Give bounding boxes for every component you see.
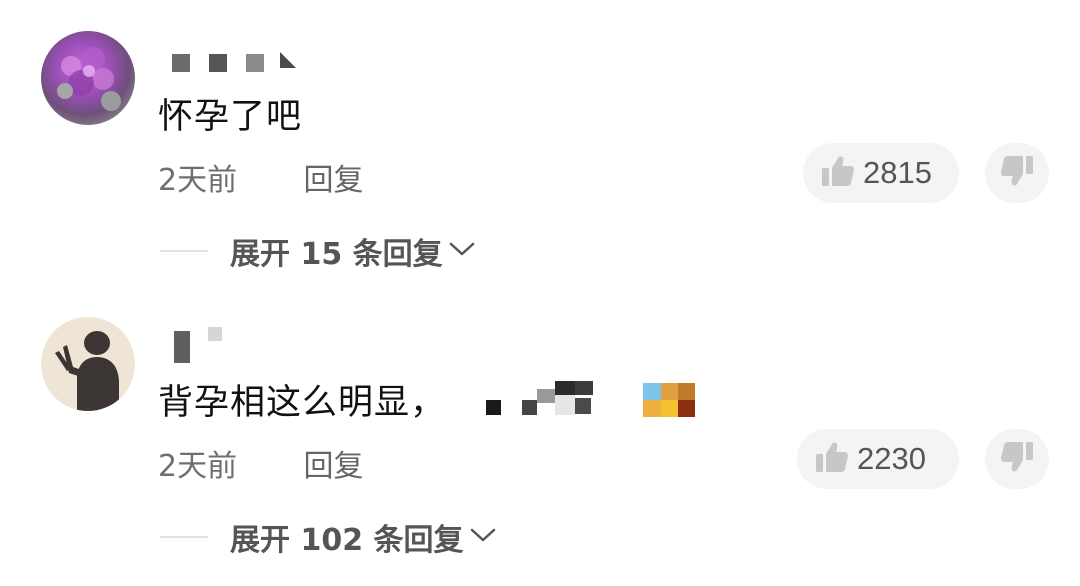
expand-replies-label: 展开 15 条回复	[230, 237, 443, 272]
thumbs-down-icon	[1000, 155, 1034, 191]
reply-button[interactable]: 回复	[304, 155, 364, 199]
reply-button[interactable]: 回复	[304, 441, 364, 485]
chevron-down-icon	[470, 527, 496, 547]
like-button[interactable]: 2815	[803, 143, 959, 203]
username-mosaic[interactable]	[172, 52, 298, 74]
comment-time: 2天前	[158, 449, 238, 484]
comment-item: 怀孕了吧 2天前 回复 2815 展开 15 条回复	[0, 0, 1080, 293]
chevron-down-icon	[449, 241, 475, 261]
like-button[interactable]: 2230	[797, 429, 959, 489]
thumbs-up-icon	[815, 441, 849, 477]
emoji-mosaic	[643, 383, 695, 417]
like-count: 2815	[863, 155, 932, 190]
divider	[160, 250, 208, 252]
expand-replies-button[interactable]: 展开 102 条回复	[160, 517, 496, 558]
thumbs-down-icon	[1000, 441, 1034, 477]
comment-meta: 2天前 回复	[158, 441, 364, 485]
comment-meta: 2天前 回复	[158, 155, 364, 199]
comment-text: 背孕相这么明显，	[158, 383, 447, 423]
username-mosaic[interactable]	[174, 327, 230, 363]
dislike-button[interactable]	[985, 429, 1049, 489]
thumbs-up-icon	[821, 155, 855, 191]
comment-item: 背孕相这么明显， 2天前 回复 2230 展开 102 条回复	[0, 286, 1080, 579]
censored-text-mosaic	[486, 381, 611, 415]
expand-replies-label: 展开 102 条回复	[230, 523, 464, 558]
avatar[interactable]	[41, 317, 135, 411]
dislike-button[interactable]	[985, 143, 1049, 203]
divider	[160, 536, 208, 538]
avatar[interactable]	[41, 31, 135, 125]
like-count: 2230	[857, 441, 926, 476]
comment-text: 怀孕了吧	[158, 97, 303, 137]
expand-replies-button[interactable]: 展开 15 条回复	[160, 231, 475, 272]
comment-time: 2天前	[158, 163, 238, 198]
